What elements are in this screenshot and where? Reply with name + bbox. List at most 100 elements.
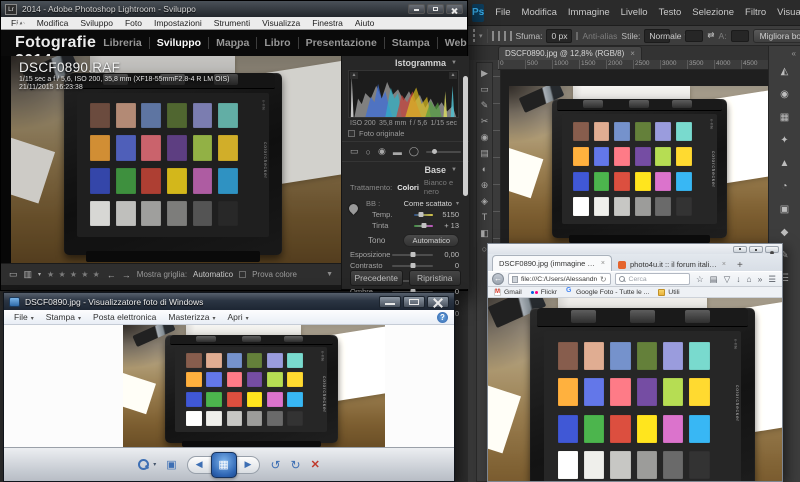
panel-icon[interactable]: ◆: [781, 227, 789, 238]
menu-item[interactable]: Selezione: [687, 5, 739, 20]
module-tab[interactable]: Libro: [256, 37, 297, 49]
swap-dimensions-icon[interactable]: ⇄: [707, 30, 714, 41]
spot-removal-icon[interactable]: ○: [366, 147, 371, 157]
wb-preset-select[interactable]: Come scattato: [404, 199, 452, 208]
previous-button[interactable]: Precedente: [350, 270, 403, 286]
slider-track[interactable]: [414, 225, 433, 227]
delete-icon[interactable]: ✕: [311, 458, 320, 471]
document-tab[interactable]: DSCF0890.jpg @ 12,8% (RGB/8) ×: [498, 46, 642, 60]
auto-tone-button[interactable]: Automatico: [403, 234, 459, 247]
brush-slider[interactable]: [426, 151, 461, 153]
close-button[interactable]: [446, 4, 463, 14]
next-photo-icon[interactable]: →: [122, 270, 131, 280]
selection-new-icon[interactable]: [492, 31, 494, 41]
panel-scrollbar[interactable]: [463, 76, 468, 196]
panel-icon[interactable]: ✦: [780, 135, 788, 146]
panel-icon[interactable]: ▲: [780, 158, 790, 169]
menu-item[interactable]: File: [490, 5, 515, 20]
tab-forum[interactable]: photo4u.it :: il forum italia... ×: [612, 258, 732, 271]
tool-icon[interactable]: ▤: [480, 149, 489, 158]
graduated-filter-icon[interactable]: ▬: [393, 147, 402, 157]
shadow-clipping-icon[interactable]: ▲: [350, 72, 358, 79]
panel-icon[interactable]: ◔: [781, 181, 787, 192]
feather-input[interactable]: 0 px: [546, 29, 572, 43]
selection-subtract-icon[interactable]: [504, 31, 506, 41]
module-tab[interactable]: Sviluppo: [149, 37, 208, 49]
overflow-icon[interactable]: »: [758, 274, 763, 284]
treatment-bw-option[interactable]: Bianco e nero: [424, 178, 461, 196]
search-bar[interactable]: Cerca: [615, 273, 691, 285]
lightroom-titlebar[interactable]: Lr 2014 - Adobe Photoshop Lightroom - Sv…: [1, 1, 467, 17]
menu-item[interactable]: Visualizza: [772, 5, 800, 20]
bookmark-gmail[interactable]: Gmail: [494, 289, 522, 296]
menu-item[interactable]: Stampa: [42, 312, 89, 322]
url-bar[interactable]: file:///C:/Users/Alessandro/Desktop. ↻: [508, 273, 611, 285]
menu-item[interactable]: Masterizza: [164, 312, 223, 322]
close-tab-icon[interactable]: ×: [722, 261, 726, 268]
tool-icon[interactable]: ◈: [481, 197, 488, 206]
selection-add-icon[interactable]: [498, 31, 500, 41]
tool-icon[interactable]: ◉: [481, 133, 489, 142]
menu-item[interactable]: File: [10, 312, 42, 322]
reset-button[interactable]: Ripristina: [409, 270, 462, 286]
zoom-dropdown-icon[interactable]: ▾: [153, 461, 156, 468]
module-tab[interactable]: Mappa: [208, 37, 256, 49]
style-select[interactable]: Normale ▾: [644, 29, 670, 43]
softproof-checkbox[interactable]: [239, 271, 246, 278]
selection-intersect-icon[interactable]: [510, 31, 512, 41]
menu-item[interactable]: Foto: [119, 18, 148, 28]
tool-icon[interactable]: T: [482, 213, 488, 222]
height-input[interactable]: [731, 30, 749, 42]
back-button[interactable]: ←: [492, 273, 504, 285]
bookmark-google-foto[interactable]: Google Foto - Tutte le ...: [566, 289, 649, 296]
loupe-view-icon[interactable]: ▭: [9, 269, 18, 280]
home-icon[interactable]: ⌂: [747, 274, 752, 284]
firefox-titlebar[interactable]: [488, 244, 782, 254]
slideshow-button[interactable]: ▦: [211, 452, 237, 478]
previous-image-icon[interactable]: ◀: [196, 459, 203, 470]
collapse-panels-icon[interactable]: «: [792, 49, 800, 58]
basic-panel-header[interactable]: Base ▼: [342, 163, 469, 176]
module-tab[interactable]: Stampa: [384, 37, 437, 49]
refine-edge-button[interactable]: Migliora bordi: [753, 29, 800, 43]
rotate-ccw-icon[interactable]: ↺: [270, 458, 280, 472]
grid-overlay-select[interactable]: Automatico: [193, 270, 233, 279]
next-image-icon[interactable]: ▶: [245, 459, 252, 470]
antialias-checkbox[interactable]: [576, 32, 578, 40]
maximize-button[interactable]: [749, 246, 763, 253]
minimize-button[interactable]: [733, 246, 747, 253]
menu-item[interactable]: Immagine: [563, 5, 615, 20]
close-button[interactable]: [427, 296, 449, 308]
before-after-icon[interactable]: ▥: [24, 269, 33, 280]
reload-icon[interactable]: ↻: [600, 275, 607, 284]
original-photo-checkbox[interactable]: [348, 130, 355, 137]
slider-thumb[interactable]: [410, 263, 415, 268]
loupe-view[interactable]: x-rite colorchecker DSCF0890.RAF 1/15 se…: [11, 56, 341, 263]
close-tab-icon[interactable]: ×: [601, 260, 605, 267]
menu-item[interactable]: Finestra: [306, 18, 349, 28]
chevron-down-icon[interactable]: ▾: [38, 271, 41, 278]
tool-icon[interactable]: ▭: [480, 85, 489, 94]
slider-track[interactable]: [392, 265, 433, 267]
module-tab[interactable]: Presentazione: [298, 37, 384, 49]
tool-icon[interactable]: ◐: [482, 165, 487, 174]
menu-item[interactable]: Testo: [654, 5, 687, 20]
slider-thumb[interactable]: [419, 212, 424, 217]
previous-photo-icon[interactable]: ←: [107, 270, 116, 280]
histogram[interactable]: ▲ ▲: [348, 70, 459, 118]
crop-tool-icon[interactable]: ▭: [350, 146, 359, 157]
close-tab-icon[interactable]: ×: [630, 49, 635, 58]
menu-icon[interactable]: ☰: [768, 274, 776, 285]
module-tab[interactable]: Libreria: [96, 37, 149, 49]
bookmark-folder-utili[interactable]: Utili: [658, 289, 679, 296]
module-tab[interactable]: Web: [437, 37, 474, 49]
panel-icon[interactable]: ◉: [780, 89, 789, 100]
radial-filter-icon[interactable]: ◯: [409, 146, 419, 157]
menu-item[interactable]: Apri: [223, 312, 256, 322]
browser-content[interactable]: x-rite colorchecker: [488, 298, 782, 481]
panel-icon[interactable]: ▣: [780, 204, 789, 215]
rotate-cw-icon[interactable]: ↻: [291, 458, 301, 472]
downloads-icon[interactable]: ↓: [736, 274, 740, 284]
highlight-clipping-icon[interactable]: ▲: [449, 72, 457, 79]
white-balance-dropper-icon[interactable]: [347, 202, 360, 215]
